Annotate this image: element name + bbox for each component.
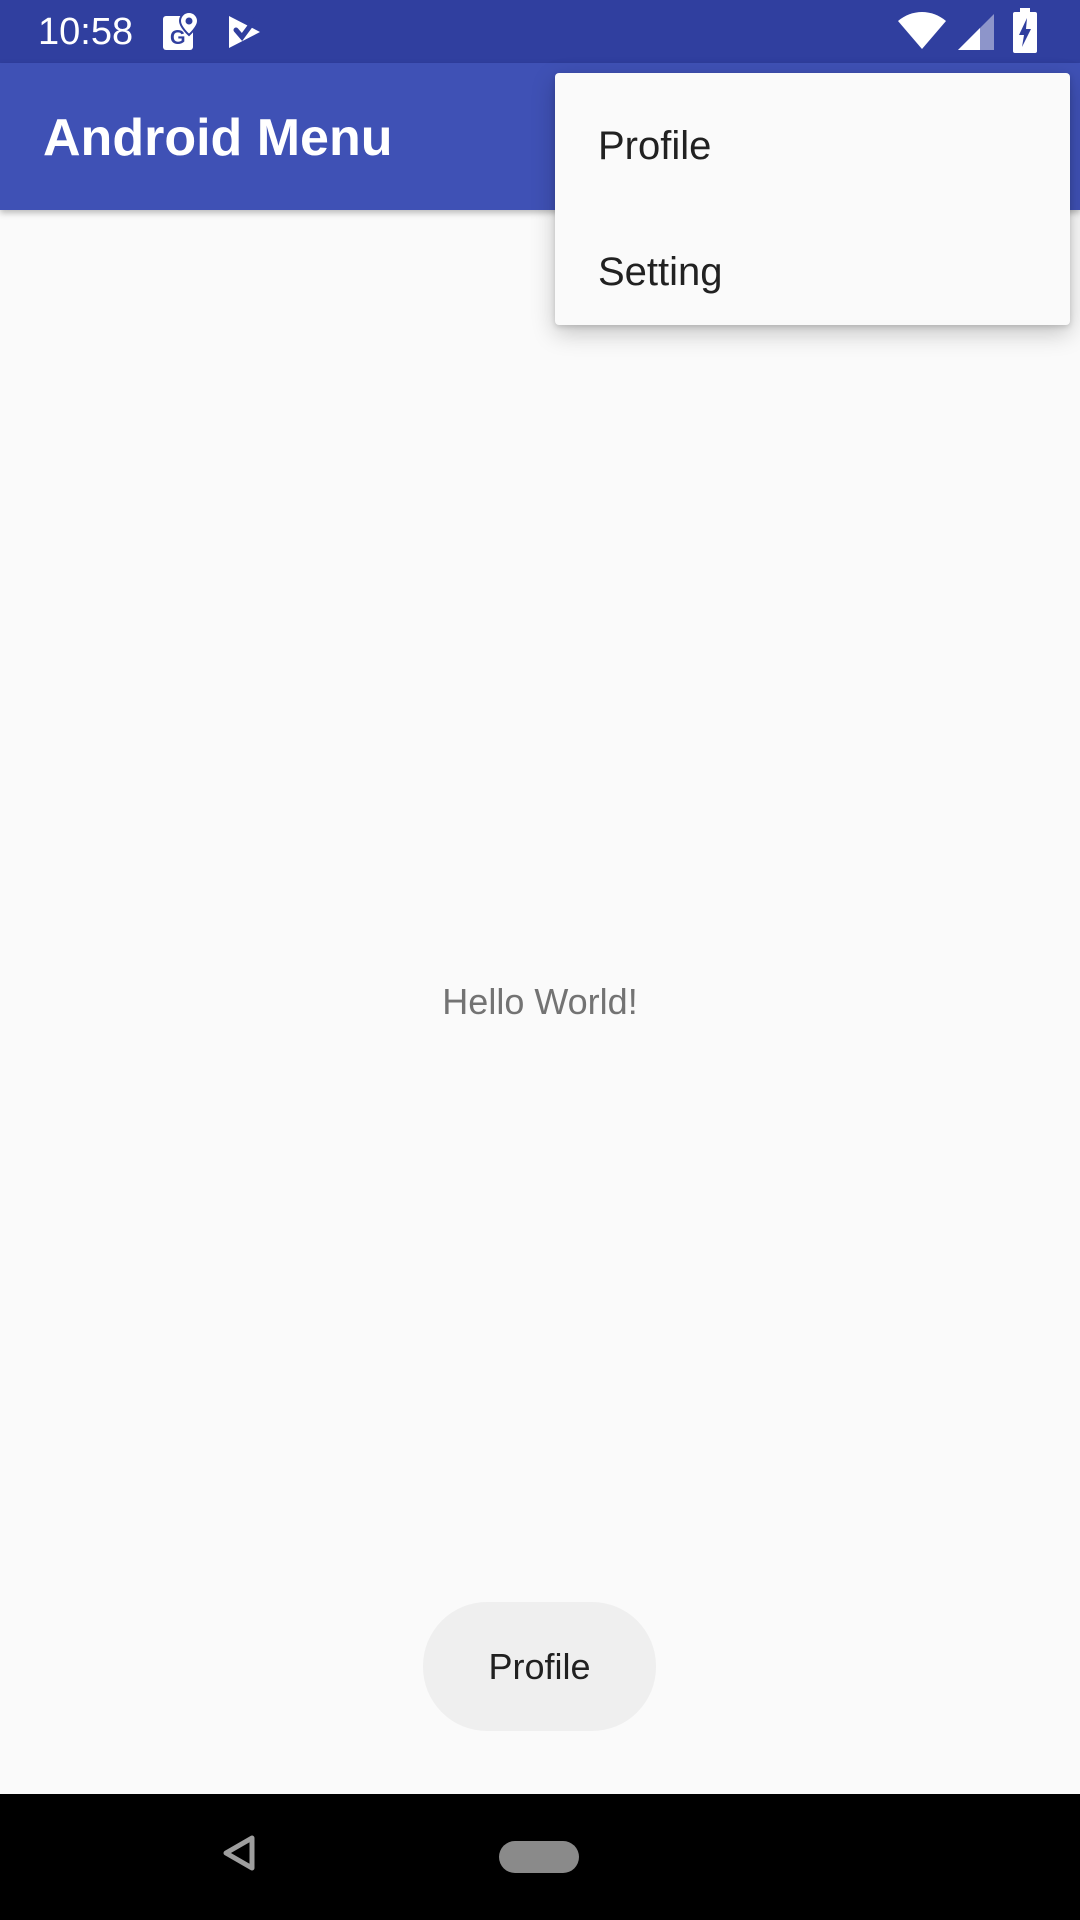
battery-charging-icon xyxy=(1012,8,1038,59)
back-icon[interactable] xyxy=(222,1834,256,1877)
wifi-icon xyxy=(898,12,946,55)
status-time: 10:58 xyxy=(38,11,134,53)
profile-button[interactable]: Profile xyxy=(423,1602,656,1731)
menu-item-profile[interactable]: Profile xyxy=(555,83,1070,209)
hello-text: Hello World! xyxy=(442,981,638,1022)
cell-signal-icon xyxy=(956,12,996,57)
home-pill-icon[interactable] xyxy=(499,1841,579,1873)
menu-item-setting[interactable]: Setting xyxy=(555,209,1070,335)
popup-menu: Profile Setting xyxy=(555,73,1070,325)
status-bar: 10:58 G xyxy=(0,0,1080,63)
app-title: Android Menu xyxy=(43,109,393,167)
svg-text:G: G xyxy=(170,27,186,49)
check-notification-icon xyxy=(226,10,264,57)
screen: 10:58 G Android Menu Hello World! Profil… xyxy=(0,0,1080,1920)
navigation-bar xyxy=(0,1794,1080,1920)
maps-notification-icon: G xyxy=(162,10,200,57)
